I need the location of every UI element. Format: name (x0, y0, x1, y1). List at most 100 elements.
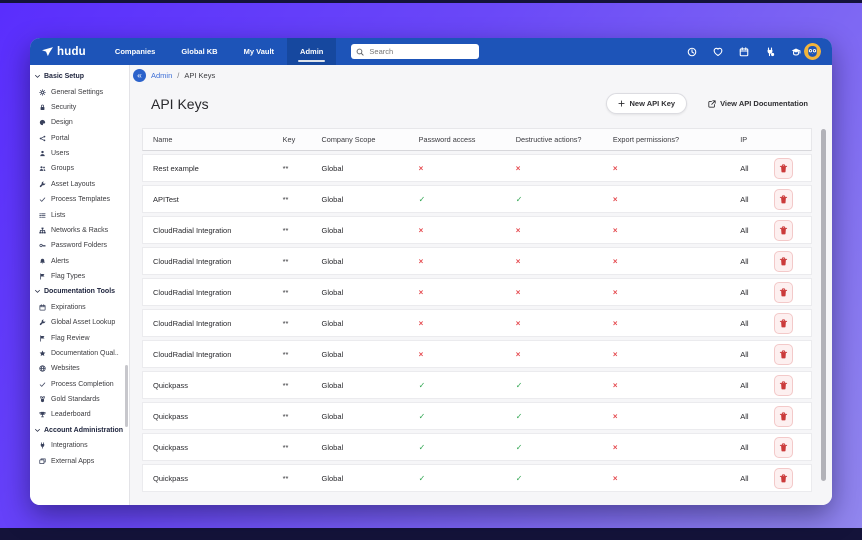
sidebar-item-design[interactable]: Design (30, 115, 129, 130)
cell-scope: Global (311, 433, 409, 461)
nav-tab-admin[interactable]: Admin (287, 38, 337, 65)
sidebar-section-account-administration[interactable]: Account Administration (30, 423, 129, 438)
sidebar-item-users[interactable]: Users (30, 146, 129, 161)
delete-api-key-button[interactable] (773, 436, 793, 458)
heart-icon[interactable] (713, 47, 723, 57)
delete-api-key-button[interactable] (773, 188, 793, 210)
delete-api-key-button[interactable] (773, 250, 793, 272)
calendar-icon[interactable] (739, 46, 749, 57)
sidebar-item-alerts[interactable]: Alerts (30, 254, 129, 269)
check-icon: ✓ (418, 442, 426, 452)
trash-icon (779, 163, 788, 173)
delete-api-key-button[interactable] (773, 343, 793, 365)
lock-icon (39, 104, 46, 111)
sidebar-item-process-completion[interactable]: Process Completion (30, 377, 129, 392)
sidebar-item-documentation-qual[interactable]: Documentation Qual.. (30, 346, 129, 361)
sidebar-item-groups[interactable]: Groups (30, 161, 129, 176)
trash-icon (779, 349, 788, 359)
clock-icon[interactable] (687, 47, 697, 57)
app-window: hudu CompaniesGlobal KBMy VaultAdmin Bas… (30, 38, 832, 505)
delete-api-key-button[interactable] (773, 374, 793, 396)
heart-icon-glyph (713, 47, 723, 57)
hudu-logo[interactable]: hudu (41, 46, 86, 58)
view-api-docs-button[interactable]: View API Documentation (702, 98, 814, 109)
training-cap-icon-glyph (791, 47, 801, 57)
cell-export-permissions: × (602, 402, 731, 430)
delete-api-key-button[interactable] (773, 281, 793, 303)
sidebar-section-documentation-tools[interactable]: Documentation Tools (30, 284, 129, 299)
collapse-sidebar-button[interactable]: « (133, 68, 146, 82)
sidebar-item-expirations[interactable]: Expirations (30, 300, 129, 315)
delete-api-key-button[interactable] (773, 312, 793, 334)
sidebar-item-security[interactable]: Security (30, 100, 129, 115)
nav-tab-companies[interactable]: Companies (102, 38, 168, 65)
nav-tab-my-vault[interactable]: My Vault (231, 38, 287, 65)
cell-key: ** (272, 464, 312, 492)
sidebar-item-flag-types[interactable]: Flag Types (30, 269, 129, 284)
chevron-down-icon (34, 288, 41, 295)
sidebar-item-lists[interactable]: Lists (30, 207, 129, 222)
calendar-icon-glyph (739, 46, 749, 57)
sidebar-item-networks-racks[interactable]: Networks & Racks (30, 223, 129, 238)
sidebar-item-websites[interactable]: Websites (30, 361, 129, 376)
flag-icon (39, 273, 46, 280)
cross-icon: × (515, 256, 521, 266)
integrations-plug-icon[interactable] (765, 46, 775, 57)
cell-ip: All (730, 433, 764, 461)
delete-api-key-button[interactable] (773, 157, 793, 179)
global-search[interactable] (351, 44, 480, 59)
cell-name: CloudRadial Integration (142, 278, 273, 306)
sidebar-item-global-asset-lookup[interactable]: Global Asset Lookup (30, 315, 129, 330)
sidebar-item-external-apps[interactable]: External Apps (30, 453, 129, 468)
cell-actions (763, 278, 812, 306)
cell-key: ** (272, 340, 312, 368)
cross-icon: × (418, 225, 424, 235)
cell-name: CloudRadial Integration (142, 340, 273, 368)
delete-api-key-button[interactable] (773, 467, 793, 489)
cell-actions (763, 247, 812, 275)
delete-api-key-button[interactable] (773, 405, 793, 427)
sidebar-item-integrations[interactable]: Integrations (30, 438, 129, 453)
cross-icon: × (515, 287, 521, 297)
delete-api-key-button[interactable] (773, 219, 793, 241)
check-icon: ✓ (515, 442, 523, 452)
sidebar-item-gold-standards[interactable]: Gold Standards (30, 392, 129, 407)
sidebar-item-password-folders[interactable]: Password Folders (30, 238, 129, 253)
table-scrollbar[interactable] (821, 129, 826, 481)
cell-key: ** (272, 185, 312, 213)
cell-actions (763, 340, 812, 368)
sidebar-scrollbar[interactable] (125, 365, 128, 427)
cell-name: CloudRadial Integration (142, 247, 273, 275)
cell-actions (763, 309, 812, 337)
sidebar-item-label: Networks & Racks (51, 226, 109, 234)
gear-icon (39, 88, 46, 96)
cell-key: ** (272, 216, 312, 244)
trash-icon (779, 225, 788, 235)
user-avatar[interactable] (804, 43, 821, 60)
key-icon (39, 242, 46, 249)
cell-password-access: × (408, 154, 506, 182)
sidebar-item-process-templates[interactable]: Process Templates (30, 192, 129, 207)
search-input[interactable] (367, 46, 475, 57)
sidebar-section-basic-setup[interactable]: Basic Setup (30, 69, 129, 84)
sidebar-item-general-settings[interactable]: General Settings (30, 84, 129, 99)
cross-icon: × (418, 287, 424, 297)
breadcrumb-admin-link[interactable]: Admin (151, 71, 172, 80)
network-icon (39, 227, 46, 234)
cross-icon: × (515, 318, 521, 328)
navbar-utility-icons (687, 46, 801, 57)
sidebar-item-flag-review[interactable]: Flag Review (30, 330, 129, 345)
sidebar-item-leaderboard[interactable]: Leaderboard (30, 407, 129, 422)
cell-password-access: ✓ (408, 402, 506, 430)
cell-scope: Global (311, 185, 409, 213)
sidebar-item-portal[interactable]: Portal (30, 131, 129, 146)
column-header-key: Key (272, 128, 312, 151)
nav-tab-global-kb[interactable]: Global KB (168, 38, 230, 65)
new-api-key-button[interactable]: New API Key (606, 93, 688, 114)
sidebar-item-asset-layouts[interactable]: Asset Layouts (30, 177, 129, 192)
header-actions: New API Key View API Documentation (606, 93, 814, 114)
sidebar-item-label: Expirations (51, 303, 86, 311)
cross-icon: × (612, 349, 618, 359)
sidebar-item-label: Asset Layouts (51, 180, 95, 188)
training-cap-icon[interactable] (791, 47, 801, 57)
